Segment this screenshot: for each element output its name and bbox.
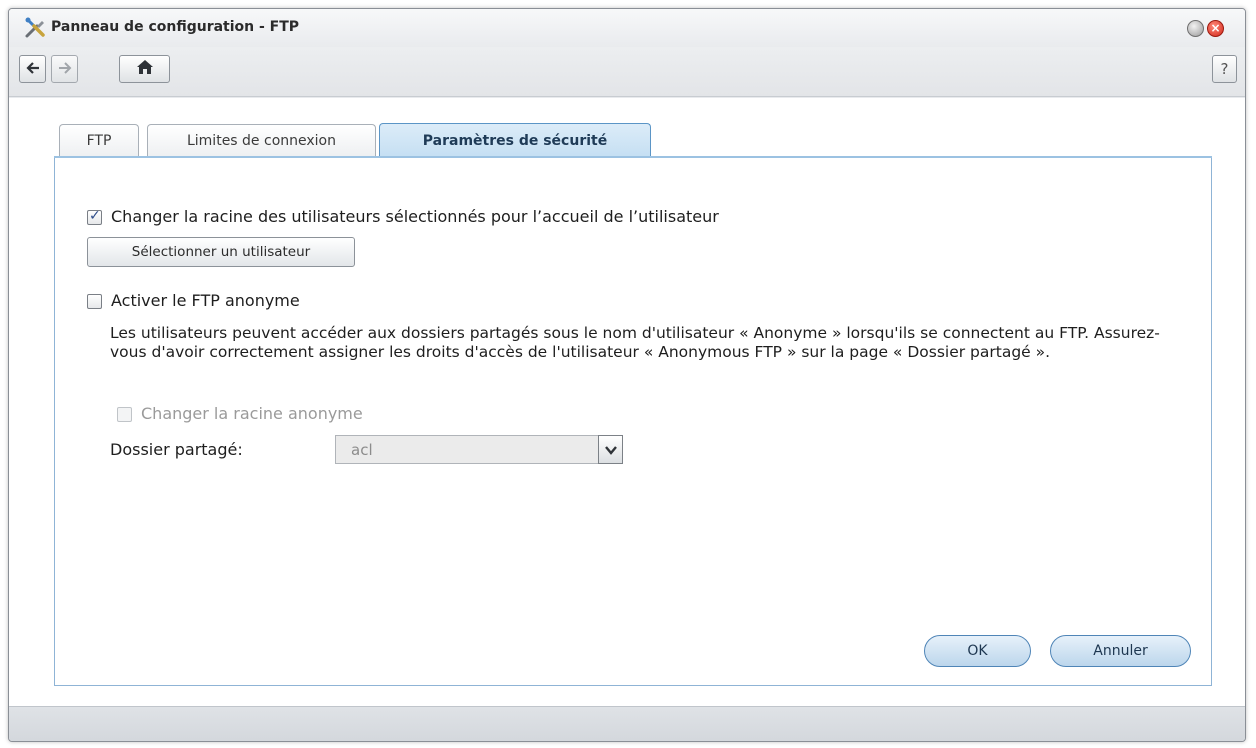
home-icon xyxy=(136,59,154,79)
status-bar xyxy=(9,706,1245,741)
select-user-button[interactable]: Sélectionner un utilisateur xyxy=(87,237,355,267)
anonymous-ftp-checkbox[interactable] xyxy=(87,294,102,309)
minimize-button[interactable] xyxy=(1187,20,1204,37)
shared-folder-value: acl xyxy=(351,441,373,459)
help-button[interactable]: ? xyxy=(1212,55,1237,83)
close-button[interactable]: × xyxy=(1207,20,1224,37)
arrow-left-icon xyxy=(25,60,40,79)
close-icon: × xyxy=(1210,21,1221,35)
control-panel-window: Panneau de configuration - FTP × ? FTP L… xyxy=(8,8,1246,742)
change-root-checkbox[interactable] xyxy=(87,208,102,225)
shared-folder-select[interactable]: acl xyxy=(335,435,623,464)
change-root-label: Changer la racine des utilisateurs sélec… xyxy=(111,207,719,226)
back-button[interactable] xyxy=(19,55,46,83)
arrow-right-icon xyxy=(58,60,72,79)
window-title: Panneau de configuration - FTP xyxy=(51,19,300,35)
toolbar: ? xyxy=(9,47,1245,97)
tab-connection-limits[interactable]: Limites de connexion xyxy=(147,124,376,156)
forward-button[interactable] xyxy=(51,55,78,83)
anonymous-root-checkbox[interactable] xyxy=(117,407,132,422)
cancel-button[interactable]: Annuler xyxy=(1050,635,1191,667)
shared-folder-label: Dossier partagé: xyxy=(110,440,243,459)
anonymous-ftp-label: Activer le FTP anonyme xyxy=(111,291,300,310)
home-button[interactable] xyxy=(119,55,170,83)
ok-button[interactable]: OK xyxy=(924,635,1031,667)
title-bar[interactable]: Panneau de configuration - FTP × xyxy=(9,9,1245,47)
chevron-down-icon[interactable] xyxy=(598,435,623,464)
tab-security-settings[interactable]: Paramètres de sécurité xyxy=(379,123,651,157)
anonymous-ftp-description: Les utilisateurs peuvent accéder aux dos… xyxy=(110,324,1160,361)
content-area: FTP Limites de connexion Paramètres de s… xyxy=(9,98,1245,706)
tab-ftp[interactable]: FTP xyxy=(59,124,139,156)
security-panel: Changer la racine des utilisateurs sélec… xyxy=(54,158,1212,686)
anonymous-root-label: Changer la racine anonyme xyxy=(141,404,363,423)
tools-icon xyxy=(23,16,47,40)
